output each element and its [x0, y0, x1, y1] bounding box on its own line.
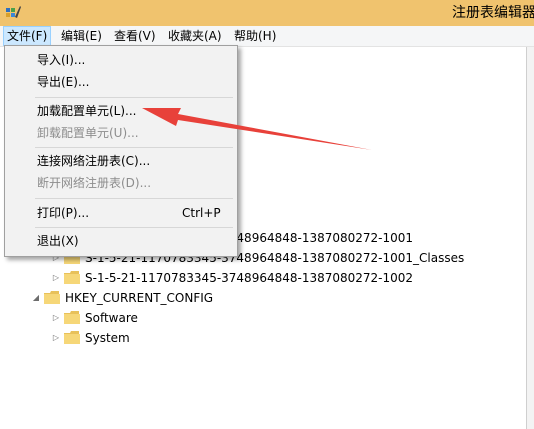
menu-item-export[interactable]: 导出(E)... — [37, 72, 89, 92]
menu-item-exit[interactable]: 退出(X) — [37, 231, 79, 251]
title-bar: 注册表编辑器 — [0, 0, 534, 26]
folder-icon — [64, 331, 80, 344]
menu-favorites[interactable]: 收藏夹(A) — [165, 27, 225, 45]
menu-file[interactable]: 文件(F) — [3, 26, 52, 46]
tree-item-label: HKEY_CURRENT_CONFIG — [65, 291, 214, 305]
tree-row[interactable]: ▷ Software — [0, 308, 526, 328]
folder-icon — [64, 271, 80, 284]
folder-open-icon — [44, 291, 60, 304]
tree-item-label: Software — [85, 311, 138, 325]
tree-row[interactable]: ◢ HKEY_CURRENT_CONFIG — [0, 288, 526, 308]
menu-separator — [35, 147, 233, 148]
tree-item-label: System — [85, 331, 130, 345]
window-title: 注册表编辑器 — [452, 5, 534, 21]
menu-separator — [35, 97, 233, 98]
print-shortcut: Ctrl+P — [182, 206, 221, 220]
menu-edit[interactable]: 编辑(E) — [58, 27, 105, 45]
regedit-app-icon[interactable] — [4, 4, 22, 22]
tree-row[interactable]: ▷ S-1-5-21-1170783345-3748964848-1387080… — [0, 268, 526, 288]
menu-bar: 文件(F) 编辑(E) 查看(V) 收藏夹(A) 帮助(H) — [0, 26, 534, 47]
expand-arrow-icon[interactable]: ▷ — [52, 308, 60, 328]
menu-item-connect-network-registry[interactable]: 连接网络注册表(C)... — [37, 151, 150, 171]
menu-help[interactable]: 帮助(H) — [231, 27, 279, 45]
tree-item-label: S-1-5-21-1170783345-3748964848-138708027… — [85, 271, 414, 285]
menu-separator — [35, 227, 233, 228]
file-menu-dropdown: 导入(I)... 导出(E)... 加载配置单元(L)... 卸载配置单元(U)… — [4, 45, 238, 257]
collapse-arrow-icon[interactable]: ◢ — [32, 288, 40, 308]
expand-arrow-icon[interactable]: ▷ — [52, 268, 60, 288]
menu-item-disconnect-network-registry[interactable]: 断开网络注册表(D)... — [37, 173, 151, 193]
scrollbar-track[interactable] — [527, 47, 534, 429]
menu-separator — [35, 198, 233, 199]
menu-item-unload-hive[interactable]: 卸载配置单元(U)... — [37, 123, 139, 143]
tree-row[interactable]: ▷ System — [0, 328, 526, 348]
expand-arrow-icon[interactable]: ▷ — [52, 328, 60, 348]
menu-item-import[interactable]: 导入(I)... — [37, 50, 85, 70]
menu-item-load-hive[interactable]: 加载配置单元(L)... — [37, 101, 137, 121]
menu-item-print[interactable]: 打印(P)... — [37, 203, 89, 223]
folder-icon — [64, 311, 80, 324]
menu-view[interactable]: 查看(V) — [111, 27, 159, 45]
